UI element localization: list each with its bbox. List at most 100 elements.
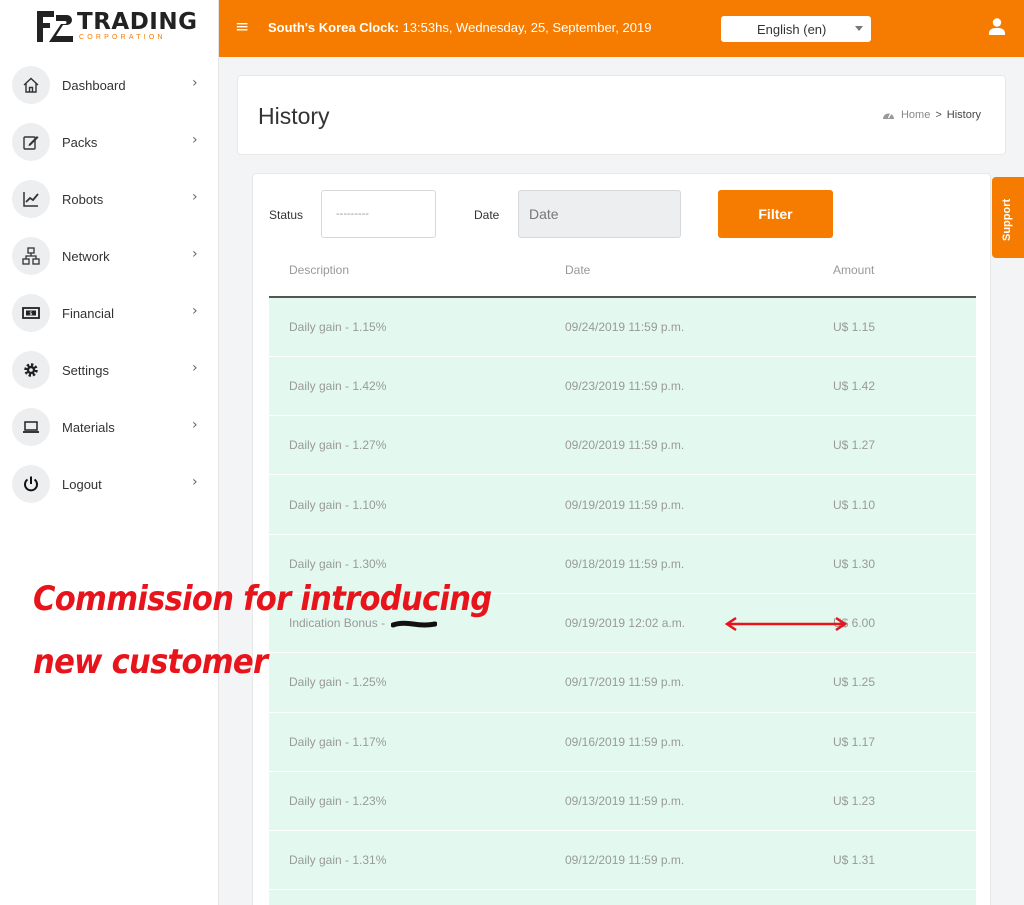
double-arrow-icon: [724, 616, 848, 632]
breadcrumb-separator: >: [935, 109, 942, 121]
language-select[interactable]: English (en): [721, 16, 871, 42]
table-row: Daily gain - 1.15% 09/24/2019 11:59 p.m. U…: [269, 296, 976, 357]
language-value: English (en): [757, 22, 827, 37]
date-cell: 09/23/2019 11:59 p.m.: [565, 355, 833, 416]
description-cell: Daily gain - 1.42%: [269, 355, 565, 416]
table-row: Daily gain - 1.10% 09/19/2019 11:59 p.m. U…: [269, 474, 976, 535]
gear-icon: [12, 351, 50, 389]
status-value: ---------: [336, 208, 369, 220]
sidebar-item-label: Materials: [62, 420, 115, 435]
date-cell: 09/12/2019 11:59 p.m.: [565, 830, 833, 890]
sidebar-item-label: Network: [62, 249, 110, 264]
brand-name: TRADING: [77, 9, 198, 35]
amount-cell: U$ 1.25: [833, 652, 976, 713]
chevron-right-icon: ›: [192, 75, 198, 91]
date-cell: 09/17/2019 11:59 p.m.: [565, 652, 833, 713]
chevron-right-icon: ›: [192, 246, 198, 262]
sidebar-item-materials[interactable]: Materials ›: [0, 399, 219, 456]
status-label: Status: [269, 208, 304, 222]
edit-icon: [12, 123, 50, 161]
logo-mark-icon: [37, 11, 73, 42]
column-header-date[interactable]: Date: [565, 244, 833, 298]
sidebar: Dashboard › Packs › Robots › Network › $…: [0, 57, 219, 905]
chevron-right-icon: ›: [192, 132, 198, 148]
amount-cell: U$ 1.31: [833, 830, 976, 890]
sidebar-item-financial[interactable]: $ Financial ›: [0, 285, 219, 342]
column-header-amount[interactable]: Amount: [833, 244, 976, 298]
clock-label: South's Korea Clock:: [268, 20, 399, 35]
table-row: Daily gain - 1.31% 09/12/2019 11:59 p.m. U…: [269, 830, 976, 890]
sidebar-item-packs[interactable]: Packs ›: [0, 114, 219, 171]
top-bar: ≡ South's Korea Clock: 13:53hs, Wednesda…: [219, 0, 1024, 57]
hamburger-icon[interactable]: ≡: [235, 17, 249, 37]
svg-text:$: $: [29, 311, 32, 317]
date-cell: 09/24/2019 11:59 p.m.: [565, 296, 833, 357]
sidebar-item-network[interactable]: Network ›: [0, 228, 219, 285]
table-row: Daily gain - 1.42% 09/23/2019 11:59 p.m. U…: [269, 355, 976, 416]
chevron-right-icon: ›: [192, 360, 198, 376]
column-header-description[interactable]: Description: [269, 244, 565, 298]
sidebar-item-logout[interactable]: Logout ›: [0, 456, 219, 513]
history-card: Status --------- Date Filter Description…: [252, 173, 991, 905]
filter-button[interactable]: Filter: [718, 190, 833, 238]
redaction-mark: [391, 620, 437, 628]
date-cell: [565, 889, 833, 905]
amount-cell: U$ 1.42: [833, 355, 976, 416]
support-tab[interactable]: Support: [992, 177, 1024, 258]
logo-area[interactable]: TRADING CORPORATION: [0, 0, 219, 57]
description-cell: Daily gain - 1.23%: [269, 770, 565, 831]
sidebar-item-label: Robots: [62, 192, 104, 207]
table-header-row: Description Date Amount: [269, 244, 976, 298]
breadcrumb-current: History: [946, 109, 981, 121]
sidebar-item-dashboard[interactable]: Dashboard ›: [0, 57, 219, 114]
sidebar-item-robots[interactable]: Robots ›: [0, 171, 219, 228]
date-input[interactable]: [518, 190, 681, 238]
brand-subtitle: CORPORATION: [79, 34, 166, 41]
clock-display: South's Korea Clock: 13:53hs, Wednesday,…: [268, 20, 651, 35]
date-label: Date: [474, 208, 500, 222]
table-row: Daily gain - 1.23% 09/13/2019 11:59 p.m. U…: [269, 770, 976, 831]
description-cell: Daily gain - 1.15%: [269, 296, 565, 357]
sidebar-item-label: Logout: [62, 477, 102, 492]
power-icon: [12, 465, 50, 503]
amount-cell: U$ 1.30: [833, 533, 976, 594]
sidebar-item-label: Settings: [62, 363, 109, 378]
sidebar-item-settings[interactable]: Settings ›: [0, 342, 219, 399]
amount-cell: U$ 1.27: [833, 415, 976, 475]
description-cell: [269, 889, 565, 905]
date-cell: 09/19/2019 11:59 p.m.: [565, 474, 833, 535]
annotation-line: new customer: [33, 641, 268, 682]
table-row: Daily gain - 1.17% 09/16/2019 11:59 p.m. U…: [269, 711, 976, 772]
status-select[interactable]: ---------: [321, 190, 436, 238]
breadcrumb: Home > History: [882, 109, 981, 121]
amount-cell: U$ 1.15: [833, 296, 976, 357]
page-header-card: History Home > History: [237, 75, 1006, 155]
laptop-icon: [12, 408, 50, 446]
amount-cell: U$ 1.23: [833, 770, 976, 831]
network-icon: [12, 237, 50, 275]
chevron-right-icon: ›: [192, 189, 198, 205]
money-icon: $: [12, 294, 50, 332]
table-row: Daily gain - 1.27% 09/20/2019 11:59 p.m. U…: [269, 415, 976, 475]
date-cell: 09/16/2019 11:59 p.m.: [565, 711, 833, 772]
description-cell: Daily gain - 1.10%: [269, 474, 565, 535]
chart-line-icon: [12, 180, 50, 218]
description-cell: Daily gain - 1.17%: [269, 711, 565, 772]
date-cell: 09/20/2019 11:59 p.m.: [565, 415, 833, 475]
chevron-right-icon: ›: [192, 417, 198, 433]
sidebar-item-label: Financial: [62, 306, 115, 321]
amount-cell: U$ 1.10: [833, 474, 976, 535]
sidebar-item-label: Dashboard: [62, 78, 126, 93]
user-icon[interactable]: [989, 18, 1005, 35]
chevron-right-icon: ›: [192, 474, 198, 490]
sidebar-item-label: Packs: [62, 135, 98, 150]
description-cell: Daily gain - 1.27%: [269, 415, 565, 475]
table-row: [269, 889, 976, 905]
caret-down-icon: [855, 26, 863, 31]
page-title: History: [258, 103, 330, 129]
amount-cell: U$ 6.00: [833, 592, 976, 653]
dashboard-gauge-icon: [882, 112, 894, 119]
support-label: Support: [1001, 198, 1013, 241]
annotation-text: Commission for introducing new customer: [33, 568, 492, 694]
breadcrumb-home[interactable]: Home: [901, 109, 930, 121]
